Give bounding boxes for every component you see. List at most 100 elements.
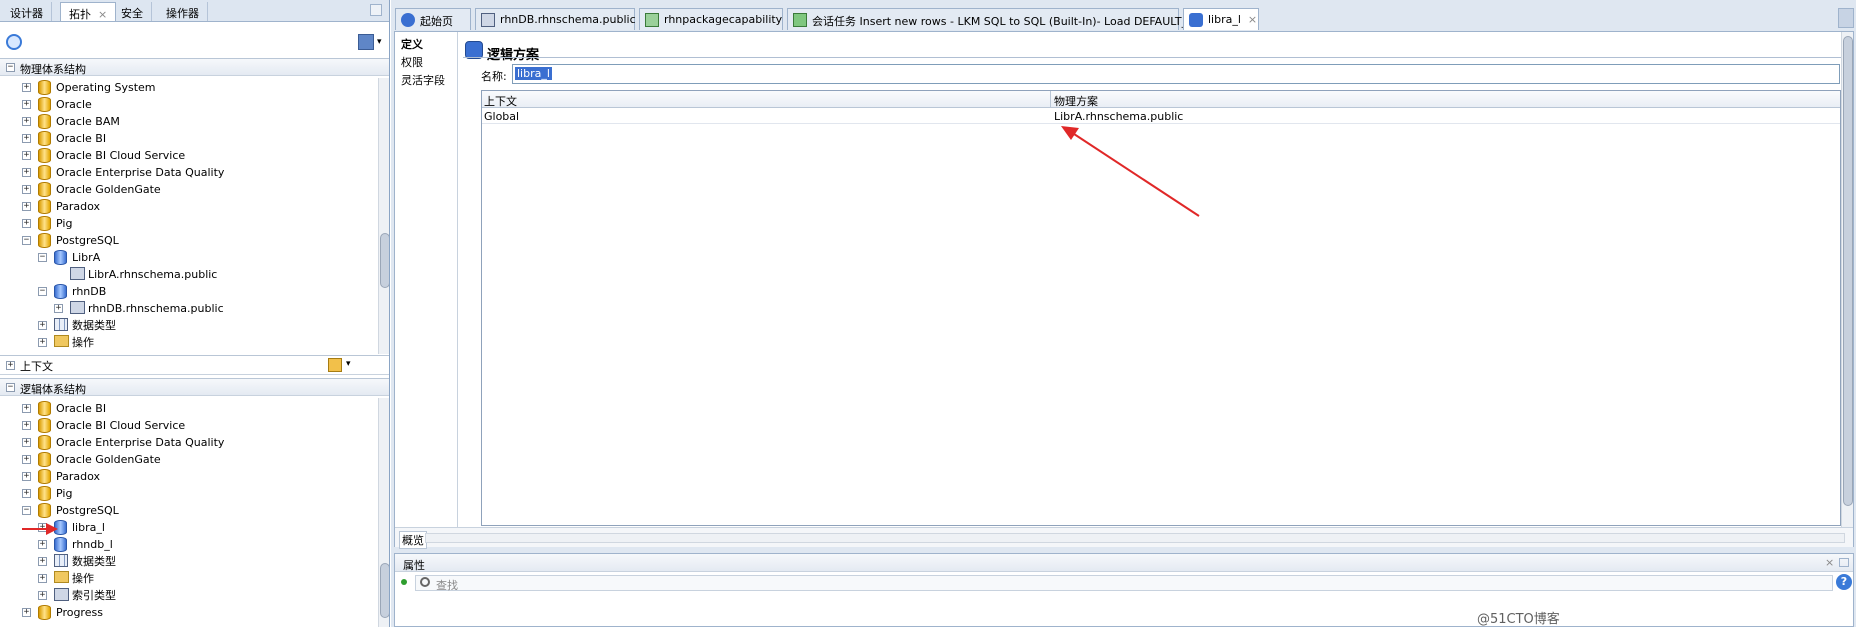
expand-icon[interactable]: + [22, 134, 31, 143]
expand-icon[interactable]: + [38, 557, 47, 566]
collapse-icon[interactable]: − [22, 506, 31, 515]
chevron-down-icon[interactable]: ▾ [377, 37, 382, 47]
horizontal-scrollbar[interactable] [425, 533, 1845, 543]
tree-item-label: Oracle BI Cloud Service [56, 149, 186, 162]
search-input[interactable]: 查找 [415, 575, 1833, 592]
tab-topology[interactable]: 拓扑 × [60, 2, 117, 21]
tree-item[interactable]: + rhndb_l [0, 536, 378, 553]
expand-icon[interactable]: + [22, 219, 31, 228]
tree-item[interactable]: + Oracle GoldenGate [0, 181, 378, 198]
expand-icon[interactable]: + [54, 304, 63, 313]
tree-item[interactable]: + Oracle BI Cloud Service [0, 417, 378, 434]
side-tab-flexfields[interactable]: 灵活字段 [401, 72, 445, 88]
new-item-icon[interactable] [358, 34, 374, 50]
physical-architecture-header[interactable]: − 物理体系结构 [0, 58, 389, 76]
tree-item[interactable]: + Oracle BI [0, 130, 378, 147]
scroll-thumb[interactable] [1843, 36, 1853, 506]
expand-icon[interactable]: + [22, 455, 31, 464]
tab-overview[interactable]: 概览 [399, 531, 427, 549]
collapse-icon[interactable]: − [6, 383, 15, 392]
logical-tree-scrollbar[interactable] [378, 398, 389, 627]
tree-item[interactable]: − rhnDB [0, 283, 378, 300]
tree-item[interactable]: + 操作 [0, 570, 378, 587]
tree-item[interactable]: + rhnDB.rhnschema.public [0, 300, 378, 317]
tree-item[interactable]: − LibrA [0, 249, 378, 266]
expand-icon[interactable]: + [22, 117, 31, 126]
tree-item[interactable]: + Pig [0, 485, 378, 502]
collapse-icon[interactable]: − [6, 63, 15, 72]
expand-icon[interactable]: + [22, 83, 31, 92]
expand-icon[interactable]: + [22, 421, 31, 430]
tab-start-page[interactable]: 起始页 [395, 8, 471, 30]
scroll-thumb[interactable] [380, 233, 389, 288]
tree-item[interactable]: + Pig [0, 215, 378, 232]
tree-item[interactable]: + 操作 [0, 334, 378, 351]
tree-item[interactable]: + 数据类型 [0, 317, 378, 334]
physical-tree-scrollbar[interactable] [378, 78, 389, 354]
tree-item[interactable]: + Oracle Enterprise Data Quality [0, 434, 378, 451]
expand-icon[interactable]: + [22, 472, 31, 481]
tree-item[interactable]: + Oracle BAM [0, 113, 378, 130]
expand-icon[interactable]: + [6, 361, 15, 370]
expand-icon[interactable]: + [22, 185, 31, 194]
expand-icon[interactable]: + [22, 100, 31, 109]
side-tab-definition[interactable]: 定义 [401, 36, 423, 52]
tab-operator[interactable]: 操作器 [158, 2, 208, 21]
side-tab-privileges[interactable]: 权限 [401, 54, 423, 70]
tree-item[interactable]: + Oracle BI Cloud Service [0, 147, 378, 164]
context-new-icon[interactable] [328, 358, 342, 372]
tree-item[interactable]: + Oracle Enterprise Data Quality [0, 164, 378, 181]
tree-item[interactable]: + 索引类型 [0, 587, 378, 604]
tree-item[interactable]: + Progress [0, 604, 378, 621]
tab-session-task[interactable]: 会话任务 Insert new rows - LKM SQL to SQL (B… [787, 8, 1217, 30]
tree-item[interactable]: LibrA.rhnschema.public [0, 266, 378, 283]
tree-item[interactable]: + Paradox [0, 198, 378, 215]
expand-icon[interactable]: + [22, 168, 31, 177]
tree-item[interactable]: + Oracle [0, 96, 378, 113]
minimize-icon[interactable] [370, 4, 382, 16]
minimize-icon[interactable] [1839, 558, 1849, 567]
expand-icon[interactable]: + [38, 540, 47, 549]
tab-rhnpackagecapability[interactable]: rhnpackagecapability× [639, 8, 798, 30]
collapse-icon[interactable]: − [38, 253, 47, 262]
column-header-context[interactable]: 上下文 [484, 93, 517, 109]
expand-icon[interactable]: + [38, 338, 47, 347]
expand-icon[interactable]: + [22, 151, 31, 160]
help-icon[interactable]: ? [1836, 574, 1852, 590]
logical-architecture-header[interactable]: − 逻辑体系结构 [0, 378, 389, 396]
expand-icon[interactable]: + [22, 438, 31, 447]
tab-libra-l[interactable]: libra_l × [1183, 8, 1259, 30]
tree-item[interactable]: + Oracle GoldenGate [0, 451, 378, 468]
expand-icon[interactable]: + [22, 489, 31, 498]
scroll-thumb[interactable] [380, 563, 389, 618]
expand-icon[interactable]: + [38, 321, 47, 330]
close-icon[interactable]: × [1825, 556, 1834, 569]
tree-item-label: Oracle Enterprise Data Quality [56, 436, 225, 449]
expand-icon[interactable]: + [22, 404, 31, 413]
expand-icon[interactable]: + [38, 574, 47, 583]
name-field[interactable]: libra_l [512, 64, 1840, 84]
chevron-down-icon[interactable]: ▾ [346, 359, 351, 369]
expand-icon[interactable]: + [22, 608, 31, 617]
column-divider[interactable] [1050, 91, 1051, 108]
tab-designer[interactable]: 设计器 [2, 2, 52, 21]
column-header-physical-schema[interactable]: 物理方案 [1054, 93, 1098, 109]
tab-rhndb-schema[interactable]: rhnDB.rhnschema.public× [475, 8, 652, 30]
close-icon[interactable]: × [98, 8, 107, 21]
tree-item[interactable]: + Operating System [0, 79, 378, 96]
context-header[interactable]: + 上下文 ▾ [0, 355, 389, 375]
tab-security[interactable]: 安全 [113, 2, 152, 21]
expand-icon[interactable]: + [38, 591, 47, 600]
close-icon[interactable]: × [1248, 13, 1257, 26]
tree-item[interactable]: + 数据类型 [0, 553, 378, 570]
refresh-icon[interactable] [6, 34, 22, 50]
editor-scrollbar[interactable] [1841, 32, 1853, 527]
expand-icon[interactable]: + [22, 202, 31, 211]
tab-list-icon[interactable] [1838, 8, 1854, 28]
tree-item[interactable]: − PostgreSQL [0, 232, 378, 249]
collapse-icon[interactable]: − [22, 236, 31, 245]
tree-item[interactable]: + Oracle BI [0, 400, 378, 417]
tree-item[interactable]: − PostgreSQL [0, 502, 378, 519]
collapse-icon[interactable]: − [38, 287, 47, 296]
tree-item[interactable]: + Paradox [0, 468, 378, 485]
